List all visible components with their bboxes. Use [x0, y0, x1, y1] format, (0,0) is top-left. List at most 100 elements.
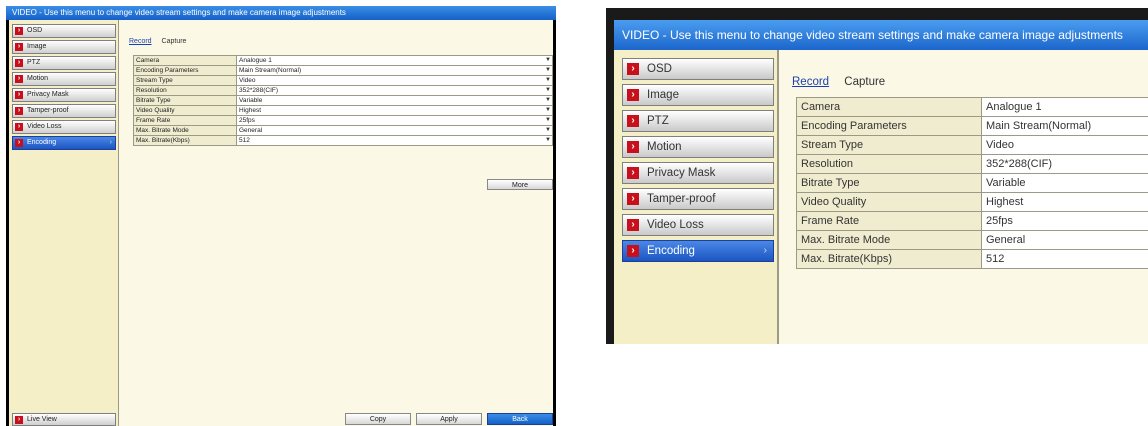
chevron-down-icon[interactable]: ▼ — [545, 136, 551, 145]
sidebar-item-video-loss[interactable]: › Video Loss — [622, 214, 774, 236]
camera-select[interactable]: Analogue 1 — [981, 97, 1148, 117]
settings-content: Record Capture Camera Analogue 1 Encoding… — [786, 50, 1148, 344]
sidebar-item-label: Motion — [27, 75, 49, 82]
chevron-right-icon: › — [627, 63, 639, 75]
setting-label: Encoding Parameters — [796, 116, 982, 136]
setting-value: Main Stream(Normal) — [239, 67, 302, 74]
arrow-right-icon: › — [763, 245, 767, 256]
tab-capture[interactable]: Capture — [162, 38, 187, 45]
max-bitrate-mode-select[interactable]: General ▼ — [236, 125, 553, 136]
tab-bar: Record Capture — [129, 38, 194, 45]
table-row: Max. Bitrate Mode General ▼ — [133, 125, 553, 136]
sidebar-item-ptz[interactable]: › PTZ — [12, 56, 116, 70]
table-row: Encoding Parameters Main Stream(Normal) — [796, 116, 1148, 136]
copy-button[interactable]: Copy — [345, 413, 411, 425]
stream-type-select[interactable]: Video ▼ — [236, 75, 553, 86]
table-row: Video Quality Highest — [796, 192, 1148, 212]
sidebar-item-encoding[interactable]: › Encoding › — [12, 136, 116, 150]
table-row: Encoding Parameters Main Stream(Normal) ▼ — [133, 65, 553, 76]
sidebar-item-label: Privacy Mask — [27, 91, 69, 98]
sidebar-item-video-loss[interactable]: › Video Loss — [12, 120, 116, 134]
sidebar-item-motion[interactable]: › Motion — [622, 136, 774, 158]
sidebar-item-image[interactable]: › Image — [12, 40, 116, 54]
sidebar-item-encoding[interactable]: › Encoding › — [622, 240, 774, 262]
chevron-right-icon: › — [15, 27, 23, 35]
sidebar-item-tamper-proof[interactable]: › Tamper-proof — [622, 188, 774, 210]
resolution-select[interactable]: 352*288(CIF) — [981, 154, 1148, 174]
live-view-button[interactable]: › Live View — [12, 413, 116, 426]
chevron-right-icon: › — [627, 167, 639, 179]
setting-label: Stream Type — [796, 135, 982, 155]
setting-value: Variable — [239, 97, 263, 104]
setting-value: Video — [239, 77, 256, 84]
table-row: Frame Rate 25fps — [796, 211, 1148, 231]
chevron-right-icon: › — [627, 115, 639, 127]
frame-rate-select[interactable]: 25fps — [981, 211, 1148, 231]
chevron-down-icon[interactable]: ▼ — [545, 56, 551, 65]
chevron-down-icon[interactable]: ▼ — [545, 66, 551, 75]
chevron-right-icon: › — [15, 107, 23, 115]
sidebar-item-privacy-mask[interactable]: › Privacy Mask — [622, 162, 774, 184]
chevron-down-icon[interactable]: ▼ — [545, 96, 551, 105]
chevron-down-icon[interactable]: ▼ — [545, 86, 551, 95]
chevron-down-icon[interactable]: ▼ — [545, 76, 551, 85]
max-bitrate-mode-select[interactable]: General — [981, 230, 1148, 250]
table-row: Bitrate Type Variable — [796, 173, 1148, 193]
chevron-right-icon: › — [627, 245, 639, 257]
encoding-parameters-select[interactable]: Main Stream(Normal) ▼ — [236, 65, 553, 76]
sidebar-item-tamper-proof[interactable]: › Tamper-proof — [12, 104, 116, 118]
sidebar: › OSD › Image › PTZ › Motion › Privacy Mask ›… — [614, 50, 779, 344]
sidebar-item-label: Encoding — [27, 139, 57, 146]
stream-type-select[interactable]: Video — [981, 135, 1148, 155]
setting-label: Frame Rate — [796, 211, 982, 231]
setting-value: Highest — [239, 107, 262, 114]
chevron-right-icon: › — [15, 139, 23, 147]
more-button[interactable]: More — [487, 179, 553, 190]
chevron-down-icon[interactable]: ▼ — [545, 126, 551, 135]
setting-label: Encoding Parameters — [133, 65, 237, 76]
sidebar-item-ptz[interactable]: › PTZ — [622, 110, 774, 132]
chevron-right-icon: › — [15, 91, 23, 99]
frame-rate-select[interactable]: 25fps ▼ — [236, 115, 553, 126]
table-row: Camera Analogue 1 ▼ — [133, 55, 553, 66]
sidebar-item-osd[interactable]: › OSD — [12, 24, 116, 38]
setting-label: Max. Bitrate(Kbps) — [796, 249, 982, 269]
chevron-right-icon: › — [15, 59, 23, 67]
setting-label: Camera — [796, 97, 982, 117]
tab-record[interactable]: Record — [792, 76, 829, 88]
menu-frame: › OSD › Image › PTZ › Motion › Privacy Mask ›… — [9, 20, 553, 426]
camera-select[interactable]: Analogue 1 ▼ — [236, 55, 553, 66]
chevron-down-icon[interactable]: ▼ — [545, 116, 551, 125]
sidebar: › OSD › Image › PTZ › Motion › Privacy Mask ›… — [9, 20, 119, 426]
table-row: Frame Rate 25fps ▼ — [133, 115, 553, 126]
setting-value: 25fps — [239, 117, 255, 124]
sidebar-item-label: OSD — [27, 27, 43, 34]
sidebar-item-privacy-mask[interactable]: › Privacy Mask — [12, 88, 116, 102]
apply-button[interactable]: Apply — [416, 413, 482, 425]
video-quality-select[interactable]: Highest ▼ — [236, 105, 553, 116]
chevron-right-icon: › — [15, 416, 23, 424]
chevron-right-icon: › — [627, 89, 639, 101]
full-screen-panel: VIDEO - Use this menu to change video st… — [6, 6, 556, 426]
resolution-select[interactable]: 352*288(CIF) ▼ — [236, 85, 553, 96]
chevron-right-icon: › — [15, 123, 23, 131]
table-row: Camera Analogue 1 — [796, 97, 1148, 117]
table-row: Resolution 352*288(CIF) ▼ — [133, 85, 553, 96]
arrow-right-icon: › — [109, 139, 112, 146]
bitrate-type-select[interactable]: Variable — [981, 173, 1148, 193]
tab-capture[interactable]: Capture — [844, 76, 885, 88]
tab-bar: Record Capture — [792, 76, 897, 88]
chevron-right-icon: › — [627, 219, 639, 231]
chevron-down-icon[interactable]: ▼ — [545, 106, 551, 115]
max-bitrate-select[interactable]: 512 — [981, 249, 1148, 269]
tab-record[interactable]: Record — [129, 38, 152, 45]
back-button[interactable]: Back — [487, 413, 553, 425]
max-bitrate-select[interactable]: 512 ▼ — [236, 135, 553, 146]
sidebar-item-image[interactable]: › Image — [622, 84, 774, 106]
sidebar-item-osd[interactable]: › OSD — [622, 58, 774, 80]
video-quality-select[interactable]: Highest — [981, 192, 1148, 212]
sidebar-item-label: PTZ — [27, 59, 41, 66]
bitrate-type-select[interactable]: Variable ▼ — [236, 95, 553, 106]
sidebar-item-motion[interactable]: › Motion — [12, 72, 116, 86]
encoding-parameters-select[interactable]: Main Stream(Normal) — [981, 116, 1148, 136]
